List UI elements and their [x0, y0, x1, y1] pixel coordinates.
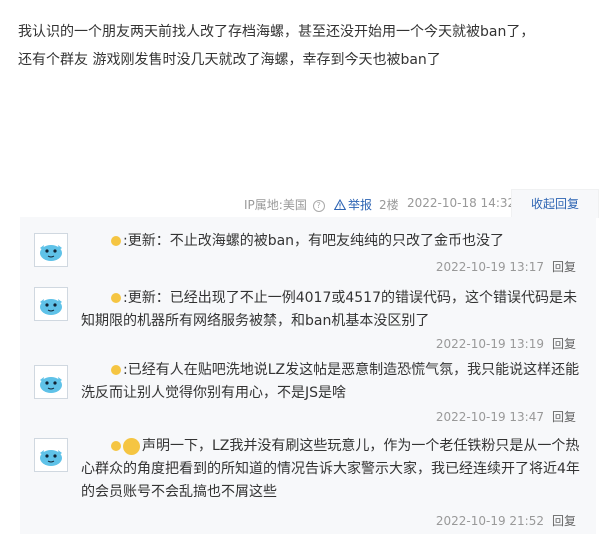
reply-meta: 2022-10-19 13:17 回复: [436, 258, 576, 275]
help-icon[interactable]: ?: [312, 199, 325, 212]
smiley-icon: [111, 441, 121, 451]
reply-meta: 2022-10-19 21:52 回复: [436, 512, 576, 529]
reply-content: :已经有人在贴吧洗地说LZ发这帖是恶意制造恐慌气氛，我只能说这样还能洗反而让别人…: [81, 362, 580, 401]
smiley-icon: [123, 437, 140, 455]
avatar[interactable]: [34, 233, 68, 267]
smiley-icon: [111, 236, 121, 246]
reply-time: 2022-10-19 21:52: [435, 514, 544, 528]
collapse-replies-button[interactable]: 收起回复: [511, 189, 599, 218]
reply-text: :已经有人在贴吧洗地说LZ发这帖是恶意制造恐慌气氛，我只能说这样还能洗反而让别人…: [81, 359, 581, 405]
avatar-image: [40, 450, 62, 466]
reply-text: :更新：不止改海螺的被ban，有吧友纯纯的只改了金币也没了: [81, 230, 581, 253]
username[interactable]: [81, 440, 111, 452]
post-line: 还有个群友 游戏刚发售时没几天就改了海螺，幸存到今天也被ban了: [18, 52, 441, 68]
reply-content: :更新：不止改海螺的被ban，有吧友纯纯的只改了金币也没了: [123, 233, 505, 249]
avatar[interactable]: [34, 438, 68, 472]
reply-button[interactable]: 回复: [552, 410, 576, 424]
smiley-icon: [111, 293, 121, 303]
username[interactable]: [81, 292, 111, 304]
reply-content: 声明一下，LZ我并没有刷这些玩意儿，作为一个老任铁粉只是从一个热心群众的角度把看…: [81, 438, 580, 500]
ip-location: IP属地:美国 ?: [244, 196, 325, 213]
report-label: 举报: [348, 198, 373, 212]
reply-time: 2022-10-19 13:47: [435, 410, 544, 424]
reply-text: 声明一下，LZ我并没有刷这些玩意儿，作为一个老任铁粉只是从一个热心群众的角度把看…: [81, 435, 581, 504]
reply-button[interactable]: 回复: [552, 260, 576, 274]
reply-time: 2022-10-19 13:17: [435, 260, 544, 274]
warning-icon: [334, 199, 346, 211]
report-link[interactable]: 举报: [334, 196, 372, 213]
username[interactable]: [81, 364, 111, 376]
reply-meta: 2022-10-19 13:47 回复: [436, 408, 576, 425]
post-content: 我认识的一个朋友两天前找人改了存档海螺，甚至还没开始用一个今天就被ban了， 还…: [18, 18, 598, 74]
reply-button[interactable]: 回复: [552, 514, 576, 528]
reply-content: :更新：已经出现了不止一例4017或4517的错误代码，这个错误代码是未知期限的…: [81, 290, 577, 329]
username[interactable]: [81, 235, 111, 247]
reply-button[interactable]: 回复: [552, 337, 576, 351]
avatar-image: [40, 299, 62, 315]
avatar[interactable]: [34, 365, 68, 399]
avatar-image: [40, 377, 62, 393]
post-meta-bar: IP属地:美国 ? 举报 2楼 2022-10-18 14:32 收起回复: [0, 189, 602, 218]
post-line: 我认识的一个朋友两天前找人改了存档海螺，甚至还没开始用一个今天就被ban了，: [18, 24, 535, 40]
smiley-icon: [111, 365, 121, 375]
avatar[interactable]: [34, 287, 68, 321]
reply-text: :更新：已经出现了不止一例4017或4517的错误代码，这个错误代码是未知期限的…: [81, 287, 581, 333]
ip-location-label: IP属地:美国: [244, 198, 307, 212]
reply-meta: 2022-10-19 13:19 回复: [436, 335, 576, 352]
avatar-image: [40, 245, 62, 261]
floor-number: 2楼: [379, 198, 399, 212]
reply-list: :更新：不止改海螺的被ban，有吧友纯纯的只改了金币也没了 2022-10-19…: [20, 217, 596, 534]
post-time: 2022-10-18 14:32: [407, 196, 516, 210]
reply-time: 2022-10-19 13:19: [435, 337, 544, 351]
